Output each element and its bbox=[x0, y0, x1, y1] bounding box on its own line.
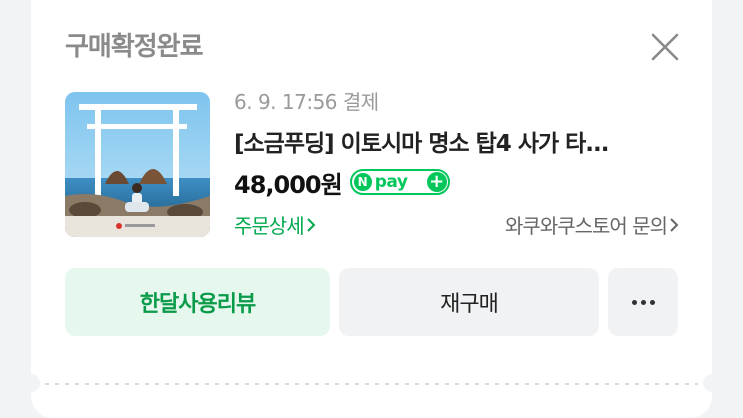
plus-icon: + bbox=[426, 172, 447, 192]
close-icon bbox=[651, 33, 679, 61]
store-inquiry-link[interactable]: 와쿠와쿠스토어 문의 bbox=[505, 210, 679, 239]
npay-label: pay bbox=[374, 172, 408, 192]
rebuy-button[interactable]: 재구매 bbox=[339, 268, 599, 336]
order-card: 구매확정완료 6. 9. 17:56 결제 [소금푸딩] 이토시마 명소 탑4 … bbox=[31, 0, 712, 418]
close-button[interactable] bbox=[648, 30, 682, 64]
order-status-title: 구매확정완료 bbox=[65, 32, 204, 62]
ticket-notch-left bbox=[31, 374, 40, 392]
order-detail-label: 주문상세 bbox=[234, 214, 305, 238]
order-info: 6. 9. 17:56 결제 [소금푸딩] 이토시마 명소 탑4 사가 타...… bbox=[234, 86, 684, 239]
price-row: 48,000원 N pay + bbox=[234, 166, 684, 199]
links-row: 주문상세 와쿠와쿠스토어 문의 bbox=[234, 210, 679, 239]
store-inquiry-label: 와쿠와쿠스토어 문의 bbox=[505, 214, 668, 238]
more-horizontal-icon bbox=[631, 299, 655, 305]
product-price: 48,000원 bbox=[234, 170, 343, 199]
product-thumbnail[interactable] bbox=[65, 92, 210, 237]
order-detail-link[interactable]: 주문상세 bbox=[234, 210, 316, 239]
npay-n-icon: N bbox=[353, 173, 372, 191]
more-options-button[interactable] bbox=[608, 268, 678, 336]
dashed-divider bbox=[45, 383, 698, 385]
npay-plus-badge: N pay + bbox=[349, 169, 450, 195]
chevron-right-icon bbox=[306, 218, 316, 232]
chevron-right-icon bbox=[670, 218, 679, 232]
purchase-date: 6. 9. 17:56 결제 bbox=[234, 90, 379, 114]
product-name[interactable]: [소금푸딩] 이토시마 명소 탑4 사가 타... bbox=[234, 124, 674, 158]
ticket-notch-right bbox=[703, 374, 712, 392]
month-review-button[interactable]: 한달사용리뷰 bbox=[65, 268, 330, 336]
